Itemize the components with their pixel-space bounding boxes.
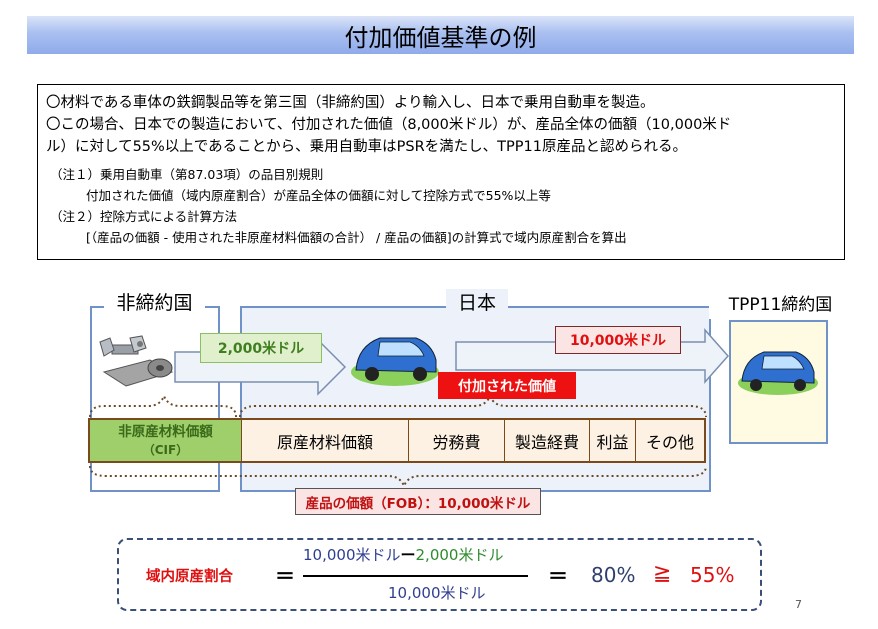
cost-non-originating-label: 非原産材料価額 (118, 423, 213, 440)
cost-breakdown-bar: 非原産材料価額 （CIF） 原産材料価額 労務費 製造経費 利益 その他 (88, 418, 706, 463)
formula-result: 80% (591, 563, 636, 587)
cost-other: その他 (636, 420, 704, 461)
formula-equals-2: ＝ (548, 564, 568, 588)
cost-profit: 利益 (590, 420, 636, 461)
added-value-tag: 付加された価値 (438, 372, 576, 399)
cost-labor: 労務費 (409, 420, 505, 461)
brace-fob (89, 465, 707, 489)
diagram-graphics (89, 328, 818, 489)
brace-added-value (239, 393, 707, 418)
formula-label: 域内原産割合 (146, 569, 233, 585)
car-icon-tpp (738, 351, 818, 395)
numerator-b: 2,000米ドル (415, 546, 504, 564)
fraction-line (303, 575, 528, 577)
formula-equals-1: ＝ (275, 564, 295, 588)
steel-coil-icon (102, 358, 174, 387)
export-value-tag: 10,000米ドル (555, 326, 681, 354)
fob-value-tag: 産品の価額（FOB）：10,000米ドル (295, 488, 541, 515)
minus-sign: ー (400, 546, 416, 564)
bolts-nuts-icon (99, 335, 147, 357)
import-value-tag: 2,000米ドル (200, 333, 322, 363)
page-number: 7 (795, 598, 802, 611)
cost-non-originating: 非原産材料価額 （CIF） (90, 420, 242, 461)
cost-non-originating-sub: （CIF） (142, 442, 189, 457)
formula-threshold: 55% (690, 563, 735, 587)
cost-originating-materials: 原産材料価額 (242, 420, 409, 461)
formula-ge-sign: ≧ (653, 561, 672, 586)
cost-manufacturing: 製造経費 (505, 420, 590, 461)
brace-non-originating (89, 393, 237, 418)
formula-numerator: 10,000米ドルー2,000米ドル (303, 544, 503, 565)
numerator-a: 10,000米ドル (303, 546, 401, 564)
formula-denominator: 10,000米ドル (388, 584, 486, 602)
car-icon-japan (351, 337, 439, 386)
